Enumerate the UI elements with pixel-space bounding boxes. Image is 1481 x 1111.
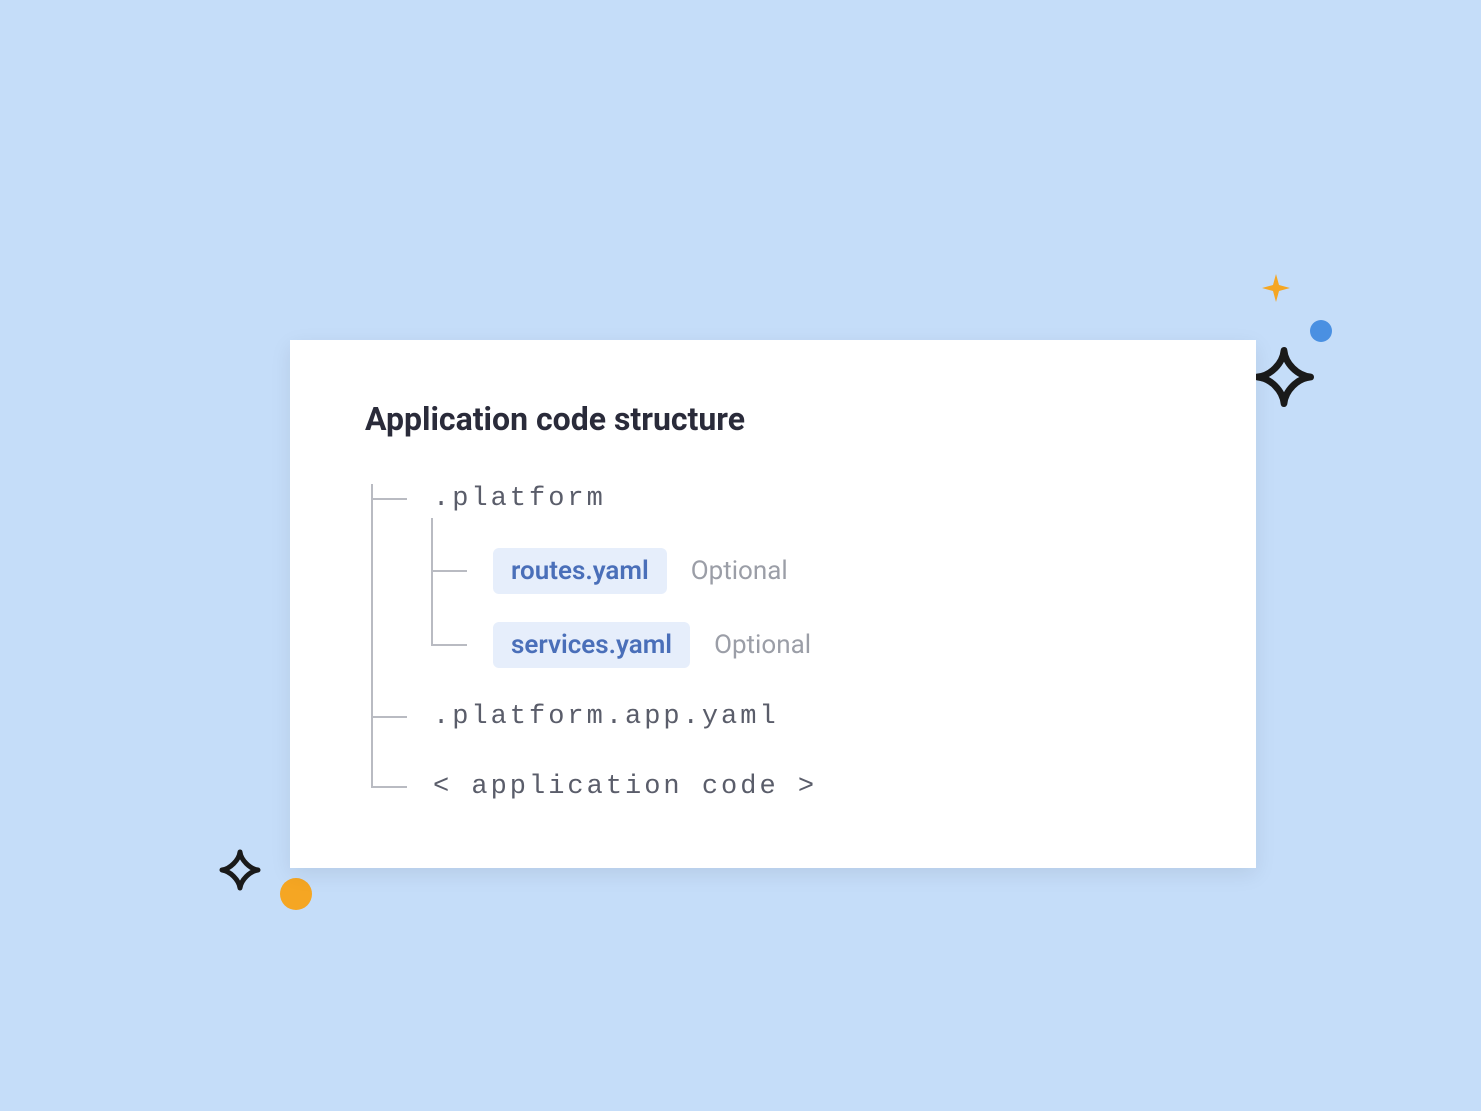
tree-row-app-code: < application code > (365, 766, 1181, 808)
note-optional: Optional (691, 556, 788, 586)
sparkle-black-small-icon (216, 846, 264, 898)
tree-branch-icon (425, 630, 485, 660)
sparkle-large-black-icon (1252, 345, 1316, 413)
note-optional: Optional (714, 630, 811, 660)
tree-branch-icon (365, 702, 425, 732)
tree-row-platform: .platform (365, 478, 1181, 520)
tree-row-routes: routes.yaml Optional (365, 548, 1181, 594)
sparkle-small-orange-icon (1260, 272, 1292, 308)
tree-indent-icon (365, 630, 425, 660)
dot-blue-icon (1310, 320, 1332, 342)
dot-orange-icon (280, 878, 312, 910)
tree-label-app-yaml: .platform.app.yaml (433, 702, 779, 732)
code-structure-card: Application code structure .platform rou… (290, 340, 1256, 868)
tree-label-app-code: < application code > (433, 772, 817, 802)
file-pill-services: services.yaml (493, 622, 690, 668)
tree-row-services: services.yaml Optional (365, 622, 1181, 668)
tree-branch-icon (365, 484, 425, 514)
tree-label-platform: .platform (433, 484, 606, 514)
tree-branch-icon (365, 772, 425, 802)
tree-indent-icon (365, 556, 425, 586)
tree-row-app-yaml: .platform.app.yaml (365, 696, 1181, 738)
file-pill-routes: routes.yaml (493, 548, 667, 594)
tree-branch-icon (425, 556, 485, 586)
card-title: Application code structure (365, 400, 1181, 438)
